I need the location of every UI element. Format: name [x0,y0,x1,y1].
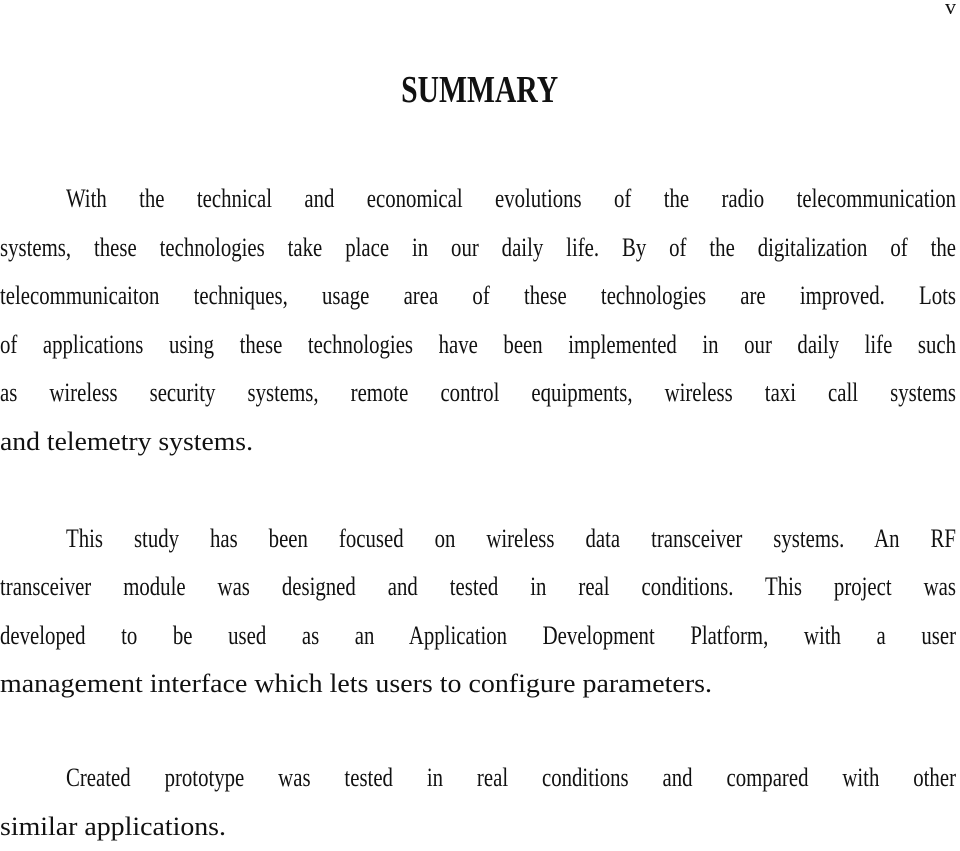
text-line: developed to be used as an Application D… [0,621,956,650]
text-line: With the technical and economical evolut… [66,184,956,213]
text-line: transceiver module was designed and test… [0,572,956,601]
text-line: Created prototype was tested in real con… [66,763,956,792]
title-text: SUMMARY [401,69,559,111]
page-number: v [945,0,956,19]
page-title: SUMMARY [0,68,960,112]
text-line: management interface which lets users to… [0,669,712,698]
text-line: systems, these technologies take place i… [0,233,956,262]
text-line: of applications using these technologies… [0,330,956,359]
text-line: telecommunicaiton techniques, usage area… [0,281,956,310]
text-line: as wireless security systems, remote con… [0,378,956,407]
text-line: and telemetry systems. [0,427,253,456]
text-line: This study has been focused on wireless … [66,524,956,553]
